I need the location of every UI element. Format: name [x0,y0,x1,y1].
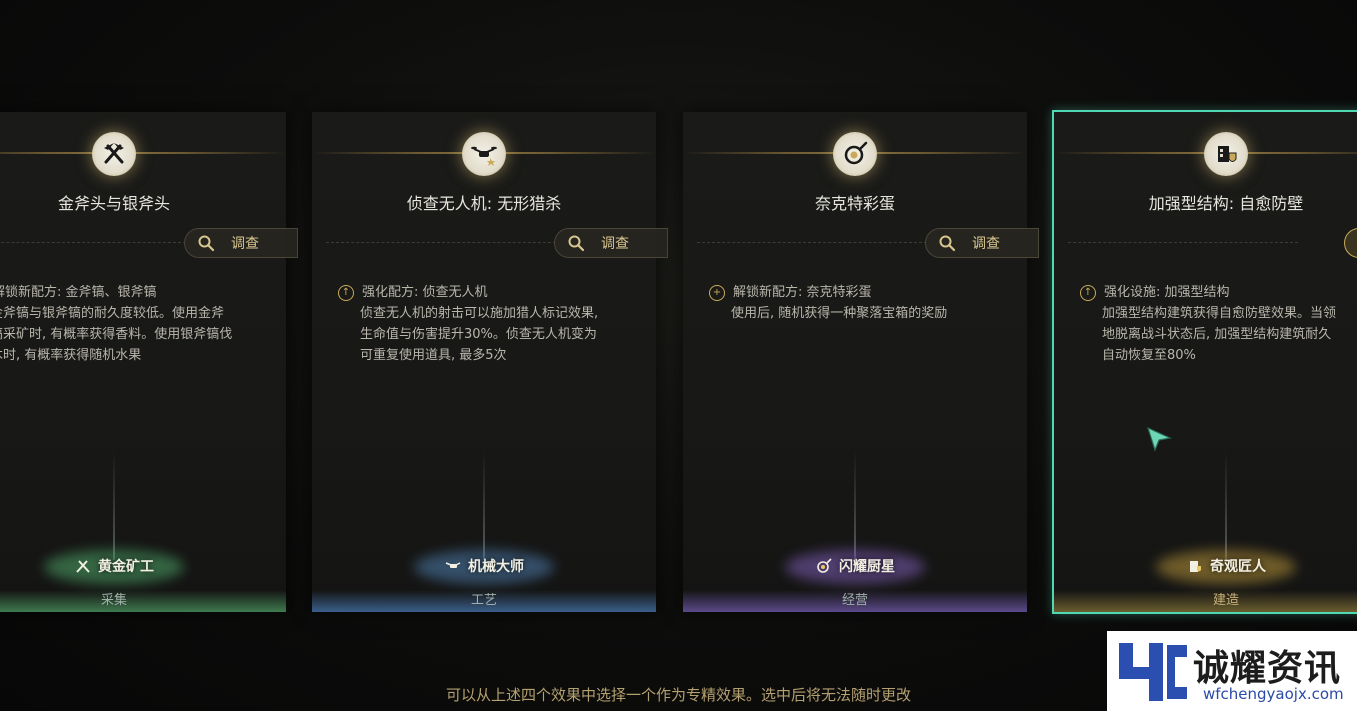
pickaxe-icon [76,560,90,573]
badge-label: 黄金矿工 [98,559,154,575]
specialization-screen: 金斧头与银斧头 调查 +解锁新配方: 金斧镐、银斧镐 金斧镐与银斧镐的耐久度较低… [0,0,1357,711]
profession-badge: 黄金矿工 [74,556,154,576]
card-description: ↑ 强化配方: 侦查无人机 侦查无人机的射击可以施加猎人标记效果, 生命值与伤害提… [338,282,646,366]
watermark: 诚耀资讯 wfchengyaojx.com [1107,631,1357,711]
light-beam [113,450,115,560]
divider [1068,242,1298,243]
unlock-icon: + [709,284,725,301]
category-label: 建造 [1212,593,1239,608]
profession-badge: 奇观匠人 [1186,556,1266,576]
divider [697,242,927,243]
search-icon [568,235,585,252]
shield-building-icon [1204,132,1248,176]
category-bar: 经营 [683,590,1027,612]
investigate-label: 调查 [601,236,629,252]
divider [0,242,186,243]
card-title: 金斧头与银斧头 [57,194,170,213]
category-bar: 采集 [0,590,286,612]
desc-line: 使用后, 随机获得一种聚落宝箱的奖励 [731,306,948,321]
investigate-button[interactable]: 调查 [1344,228,1357,258]
search-icon [198,235,215,252]
desc-headline: 解锁新配方: 奈克特彩蛋 [733,285,872,300]
category-label: 采集 [100,593,127,608]
investigate-button[interactable]: 调查 [925,228,1039,258]
upgrade-icon: ↑ [1080,284,1096,301]
desc-headline: 强化设施: 加强型结构 [1104,285,1230,300]
drone-icon [462,132,506,176]
category-label: 工艺 [470,593,497,608]
drone-icon [445,562,461,568]
investigate-button[interactable]: 调查 [554,228,668,258]
cursor-icon [1147,426,1172,452]
specialization-card-gold-axe[interactable]: 金斧头与银斧头 调查 +解锁新配方: 金斧镐、银斧镐 金斧镐与银斧镐的耐久度较低… [0,112,298,612]
investigate-label: 调查 [231,236,259,252]
desc-headline: 解锁新配方: 金斧镐、银斧镐 [0,285,157,300]
specialization-card-scout-drone[interactable]: 侦查无人机: 无形猎杀 调查 ↑ 强化配方: 侦查无人机 侦查无人机的射击可以施加… [312,112,668,612]
desc-line: 木时, 有概率获得随机水果 [0,348,142,363]
upgrade-icon: ↑ [338,284,354,301]
profession-badge: 闪耀厨星 [815,556,895,576]
search-icon [939,235,956,252]
profession-badge: 机械大师 [444,556,524,576]
category-label: 经营 [841,593,868,608]
badge-label: 奇观匠人 [1210,559,1266,575]
light-beam [854,450,856,560]
watermark-logo-icon [1119,643,1187,701]
watermark-name: 诚耀资讯 [1193,648,1342,689]
investigate-button[interactable]: 调查 [184,228,298,258]
desc-line: 自动恢复至80% [1102,348,1196,363]
category-bar: 建造 [1054,590,1357,612]
pan-icon [817,558,832,573]
pickaxe-icon [92,132,136,176]
divider [326,242,556,243]
card-description: +解锁新配方: 金斧镐、银斧镐 金斧镐与银斧镐的耐久度较低。使用金斧 镐采矿时,… [0,282,276,366]
desc-line: 镐采矿时, 有概率获得香料。使用银斧镐伐 [0,327,233,342]
specialization-card-nectar-egg[interactable]: 奈克特彩蛋 调查 + 解锁新配方: 奈克特彩蛋 使用后, 随机获得一种聚落宝箱的奖… [683,112,1039,612]
card-description: ↑ 强化设施: 加强型结构 加强型结构建筑获得自愈防壁效果。当领 地脱离战斗状态后… [1080,282,1357,366]
desc-line: 可重复使用道具, 最多5次 [360,348,507,363]
desc-line: 加强型结构建筑获得自愈防壁效果。当领 [1102,306,1337,321]
desc-line: 侦查无人机的射击可以施加猎人标记效果, [360,306,599,321]
desc-line: 金斧镐与银斧镐的耐久度较低。使用金斧 [0,306,225,321]
light-beam [1225,450,1227,560]
light-beam [483,450,485,560]
desc-line: 生命值与伤害提升30%。侦查无人机变为 [360,327,597,342]
badge-label: 机械大师 [468,559,524,575]
pan-icon [833,132,877,176]
card-title: 奈克特彩蛋 [814,194,895,213]
card-title: 侦查无人机: 无形猎杀 [406,194,562,213]
builder-icon [1190,561,1201,572]
card-description: + 解锁新配方: 奈克特彩蛋 使用后, 随机获得一种聚落宝箱的奖励 [709,282,1017,324]
desc-headline: 强化配方: 侦查无人机 [362,285,488,300]
investigate-label: 调查 [972,236,1000,252]
card-top-ornament [0,152,286,154]
card-title: 加强型结构: 自愈防壁 [1148,194,1304,213]
specialization-card-reinforced-structure[interactable]: 加强型结构: 自愈防壁 调查 ↑ 强化设施: 加强型结构 加强型结构建筑获得自愈防… [1052,110,1357,614]
desc-line: 地脱离战斗状态后, 加强型结构建筑耐久 [1102,327,1332,342]
watermark-url: wfchengyaojx.com [1203,685,1344,703]
category-bar: 工艺 [312,590,656,612]
badge-label: 闪耀厨星 [839,559,895,575]
